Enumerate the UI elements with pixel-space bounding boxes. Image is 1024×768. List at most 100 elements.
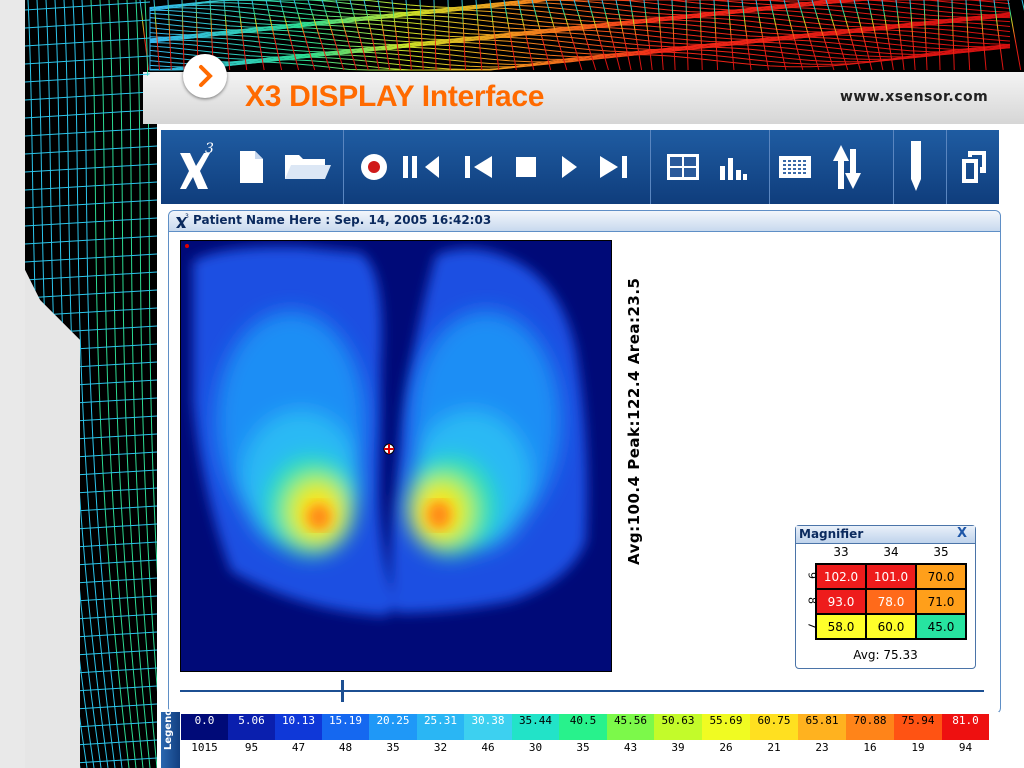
main-toolbar: 3 (161, 130, 999, 204)
legend-value-cell: 5.06 (228, 714, 275, 740)
magnifier-grid: 102.0 101.0 70.0 93.0 78.0 71.0 58.0 60.0 45.0 (815, 563, 967, 640)
legend-count-cell: 39 (671, 741, 685, 754)
data-table-icon (779, 156, 811, 178)
legend-count-cell: 16 (863, 741, 877, 754)
magnifier-row-headers: 9 8 7 (798, 563, 819, 638)
record-button[interactable] (357, 130, 391, 204)
magnifier-cell: 60.0 (866, 614, 916, 639)
magnifier-column-header: 34 (883, 545, 899, 559)
legend-value-cell: 45.56 (607, 714, 654, 740)
magnifier-title: Magnifier (799, 527, 864, 541)
site-url: www.xsensor.com (840, 89, 989, 105)
data-table-button[interactable] (773, 130, 817, 204)
magnifier-column-header: 33 (833, 545, 849, 559)
legend-count-cell: 30 (528, 741, 543, 754)
legend-count-cell: 1015 (191, 741, 218, 754)
new-file-button[interactable] (231, 130, 271, 204)
legend-value-cell: 20.25 (369, 714, 417, 740)
stop-icon (516, 157, 536, 177)
toolbar-separator (343, 130, 344, 204)
svg-text:3: 3 (205, 141, 214, 157)
magnifier-cell: 78.0 (866, 589, 916, 614)
panel-title-bar[interactable]: 3 Patient Name Here : Sep. 14, 2005 16:4… (169, 211, 1000, 232)
new-file-icon (240, 151, 263, 183)
legend-tab[interactable]: Legend (161, 709, 180, 768)
panel-title: Patient Name Here : Sep. 14, 2005 16:42:… (193, 213, 492, 227)
restore-window-button[interactable] (957, 130, 991, 204)
legend-count-cell: 35 (386, 741, 400, 754)
legend-count-cell: 94 (958, 741, 973, 754)
magnifier-cell: 71.0 (916, 589, 966, 614)
legend-count-cell: 21 (767, 741, 781, 754)
timeline-slider[interactable] (180, 680, 984, 702)
grid-view-button[interactable] (661, 130, 705, 204)
pressure-stats: Avg:100.4 Peak:122.4 Area:23.5 (625, 277, 643, 566)
toolbar-separator (893, 130, 894, 204)
x3-logo-button[interactable]: 3 (171, 130, 221, 204)
x3-small-icon: 3 (176, 213, 189, 228)
magnifier-cell: 93.0 (816, 589, 866, 614)
skip-start-button[interactable] (459, 130, 499, 204)
legend-value-cell: 75.94 (894, 714, 942, 740)
toolbar-separator (946, 130, 947, 204)
legend-value-cell: 25.31 (417, 714, 464, 740)
magnifier-window[interactable]: Magnifier X 33 34 35 9 8 7 102.0 101.0 70.… (795, 525, 976, 669)
nav-arrow-button[interactable] (183, 54, 227, 98)
timeline-track[interactable] (180, 690, 984, 692)
skip-start-icon (465, 156, 492, 178)
legend-value-cell: 70.88 (846, 714, 894, 740)
origin-dot (185, 244, 189, 248)
open-folder-icon (285, 155, 331, 179)
slide-title: X3 DISPLAY Interface (245, 80, 545, 113)
magnifier-cell: 70.0 (916, 564, 966, 589)
sort-button[interactable] (825, 130, 869, 204)
stop-button[interactable] (509, 130, 543, 204)
magnifier-cell: 58.0 (816, 614, 866, 639)
magnifier-close-button[interactable]: X (957, 526, 967, 541)
timeline-thumb[interactable] (340, 680, 344, 702)
legend-value-cell: 60.75 (750, 714, 798, 740)
open-folder-button[interactable] (279, 130, 337, 204)
restore-window-icon (962, 151, 986, 183)
legend-value-cell: 65.81 (798, 714, 846, 740)
skip-end-button[interactable] (593, 130, 633, 204)
x3-logo-icon: 3 (180, 141, 214, 189)
legend-count-cell: 32 (433, 741, 448, 754)
legend-value-cell: 15.19 (322, 714, 369, 740)
pen-button[interactable] (901, 130, 931, 204)
legend-count-cell: 23 (815, 741, 829, 754)
legend-value-cell: 55.69 (702, 714, 750, 740)
magnifier-cell: 101.0 (866, 564, 916, 589)
skip-end-icon (600, 156, 627, 178)
pressure-heatmap[interactable] (180, 240, 612, 672)
legend-count-cell: 48 (338, 741, 353, 754)
pause-rewind-icon (403, 156, 439, 178)
svg-text:3: 3 (185, 213, 189, 220)
legend-count-cell: 43 (623, 741, 638, 754)
play-button[interactable] (555, 130, 583, 204)
magnifier-column-headers: 33 34 35 (816, 545, 966, 561)
magnifier-column-header: 35 (933, 545, 949, 559)
rewind-button[interactable] (397, 130, 449, 204)
bar-chart-button[interactable] (713, 130, 753, 204)
legend-count-cell: 19 (911, 741, 925, 754)
legend-counts-row: 1015 95 47 48 35 32 46 30 35 43 39 26 21 23 16 19 94 (181, 741, 989, 767)
legend-count-cell: 26 (719, 741, 733, 754)
grid-view-icon (667, 154, 699, 180)
play-icon (562, 156, 577, 178)
crosshair-marker[interactable] (383, 443, 395, 455)
magnifier-title-bar[interactable]: Magnifier X (796, 526, 975, 544)
legend-count-cell: 46 (481, 741, 495, 754)
pressure-legend: Legend 0.0 5.06 10.13 15.19 20.25 25.31 30.38 3… (161, 709, 999, 768)
toolbar-separator (650, 130, 651, 204)
legend-count-cell: 47 (291, 741, 306, 754)
legend-count-cell: 95 (244, 741, 259, 754)
record-icon (361, 154, 387, 180)
magnifier-cell: 45.0 (916, 614, 966, 639)
legend-value-cell: 81.0 (942, 714, 989, 740)
magnifier-average: Avg: 75.33 (853, 648, 918, 662)
toolbar-separator (769, 130, 770, 204)
legend-value-cell: 30.38 (464, 714, 512, 740)
sort-arrows-icon (833, 145, 861, 189)
legend-values-row: 0.0 5.06 10.13 15.19 20.25 25.31 30.38 35.44 40.… (181, 714, 989, 740)
